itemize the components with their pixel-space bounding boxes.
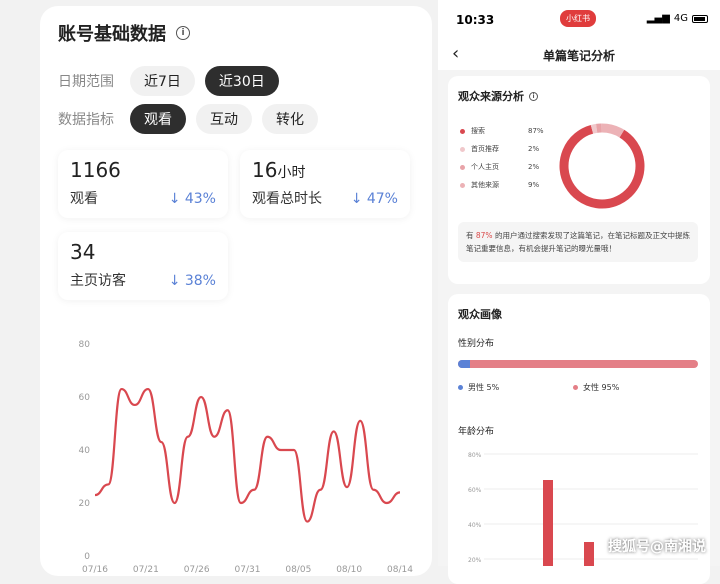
audience-source-card: 观众来源分析 i 搜索87%首页推荐2%个人主页2%其他来源9% 有 87% 的… — [448, 76, 710, 284]
stat-change: ↓ 38% — [169, 273, 216, 289]
date-range-label: 日期范围 — [58, 71, 120, 91]
signal-icon: ▂▄▆ — [647, 13, 670, 24]
source-note: 有 87% 的用户通过搜索发现了这篇笔记，在笔记标题及正文中提炼笔记重要信息，有… — [458, 222, 698, 262]
x-tick-label: 08/10 — [336, 565, 362, 574]
legend-name: 首页推荐 — [471, 144, 499, 154]
legend-name: 搜索 — [471, 126, 485, 136]
chip-30days[interactable]: 近30日 — [205, 66, 279, 96]
stat-card-watch-time[interactable]: 16小时 观看总时长 ↓ 47% — [240, 150, 410, 218]
metric-row: 数据指标 观看 互动 转化 — [58, 104, 318, 134]
x-tick-label: 07/26 — [184, 565, 210, 574]
age-bar — [584, 542, 594, 566]
audience-source-title: 观众来源分析 i — [458, 88, 538, 104]
legend-dot — [460, 165, 465, 170]
stat-change: ↓ 47% — [351, 191, 398, 207]
nav-title: 单篇笔记分析 — [438, 47, 720, 64]
stat-change: ↓ 43% — [169, 191, 216, 207]
stat-value: 34 — [70, 240, 216, 264]
stat-card-views[interactable]: 1166 观看 ↓ 43% — [58, 150, 228, 218]
legend-dot — [460, 147, 465, 152]
account-data-panel: 账号基础数据 i 日期范围 近7日 近30日 数据指标 观看 互动 转化 116… — [40, 6, 432, 576]
y-tick-label: 20 — [79, 499, 91, 509]
age-y-tick-label: 80% — [468, 452, 482, 459]
donut-slice — [601, 128, 621, 134]
app-pill: 小红书 — [560, 10, 596, 27]
age-title: 年龄分布 — [458, 424, 494, 437]
source-legend-item: 首页推荐2% — [460, 144, 499, 154]
network-label: 4G — [674, 13, 688, 24]
y-tick-label: 80 — [79, 340, 91, 350]
nav-bar: ‹ 单篇笔记分析 — [438, 40, 720, 70]
age-y-tick-label: 60% — [468, 487, 482, 494]
legend-pct: 2% — [528, 163, 539, 171]
legend-pct: 87% — [528, 127, 544, 135]
audience-portrait-title: 观众画像 — [458, 306, 502, 322]
legend-name: 个人主页 — [471, 162, 499, 172]
y-tick-label: 60 — [79, 393, 91, 403]
views-series-line — [95, 389, 400, 522]
x-tick-label: 07/21 — [133, 565, 159, 574]
status-time: 10:33 — [456, 13, 494, 27]
chip-7days[interactable]: 近7日 — [130, 66, 195, 96]
x-tick-label: 07/16 — [82, 565, 108, 574]
legend-pct: 2% — [528, 145, 539, 153]
x-tick-label: 08/05 — [285, 565, 311, 574]
source-legend-item: 个人主页2% — [460, 162, 499, 172]
account-data-title-text: 账号基础数据 — [58, 20, 166, 46]
x-tick-label: 07/31 — [235, 565, 261, 574]
chip-conversion[interactable]: 转化 — [262, 104, 318, 134]
legend-name: 其他来源 — [471, 180, 499, 190]
source-legend-item: 其他来源9% — [460, 180, 499, 190]
gender-bar — [458, 360, 698, 368]
chip-interaction[interactable]: 互动 — [196, 104, 252, 134]
stat-card-visitors[interactable]: 34 主页访客 ↓ 38% — [58, 232, 228, 300]
gender-legend-female: 女性 95% — [573, 382, 619, 393]
chip-views[interactable]: 观看 — [130, 104, 186, 134]
gender-title: 性别分布 — [458, 336, 494, 349]
phone-screen: 10:33 小红书 ▂▄▆ 4G ‹ 单篇笔记分析 观众来源分析 i 搜索87%… — [438, 0, 720, 566]
account-data-title: 账号基础数据 i — [58, 20, 190, 46]
metric-label: 数据指标 — [58, 109, 120, 129]
x-tick-label: 08/14 — [387, 565, 413, 574]
audience-source-title-text: 观众来源分析 — [458, 88, 524, 104]
legend-dot — [460, 129, 465, 134]
gender-bar-male — [458, 360, 470, 368]
age-bar — [543, 480, 553, 566]
date-range-row: 日期范围 近7日 近30日 — [58, 66, 279, 96]
info-icon[interactable]: i — [176, 26, 190, 40]
age-y-tick-label: 20% — [468, 557, 482, 564]
gender-legend-male: 男性 5% — [458, 382, 499, 393]
watermark: 搜狐号@南湘说 — [608, 536, 706, 556]
info-icon[interactable]: i — [529, 92, 538, 101]
donut-slice — [592, 128, 597, 129]
status-indicators: ▂▄▆ 4G — [647, 13, 708, 24]
legend-pct: 9% — [528, 181, 539, 189]
legend-dot — [460, 183, 465, 188]
status-bar: 10:33 小红书 ▂▄▆ 4G — [438, 0, 720, 40]
age-y-tick-label: 40% — [468, 522, 482, 529]
source-donut-chart — [552, 116, 652, 216]
stat-value: 16小时 — [252, 158, 398, 182]
stat-value: 1166 — [70, 158, 216, 182]
y-tick-label: 0 — [84, 552, 90, 562]
source-legend-item: 搜索87% — [460, 126, 485, 136]
battery-icon — [692, 15, 708, 23]
donut-slice — [564, 129, 640, 204]
y-tick-label: 40 — [79, 446, 91, 456]
views-line-chart: 0 20 40 60 80 07/16 07/21 07/26 07/31 08/05 08/10 0… — [40, 324, 432, 574]
